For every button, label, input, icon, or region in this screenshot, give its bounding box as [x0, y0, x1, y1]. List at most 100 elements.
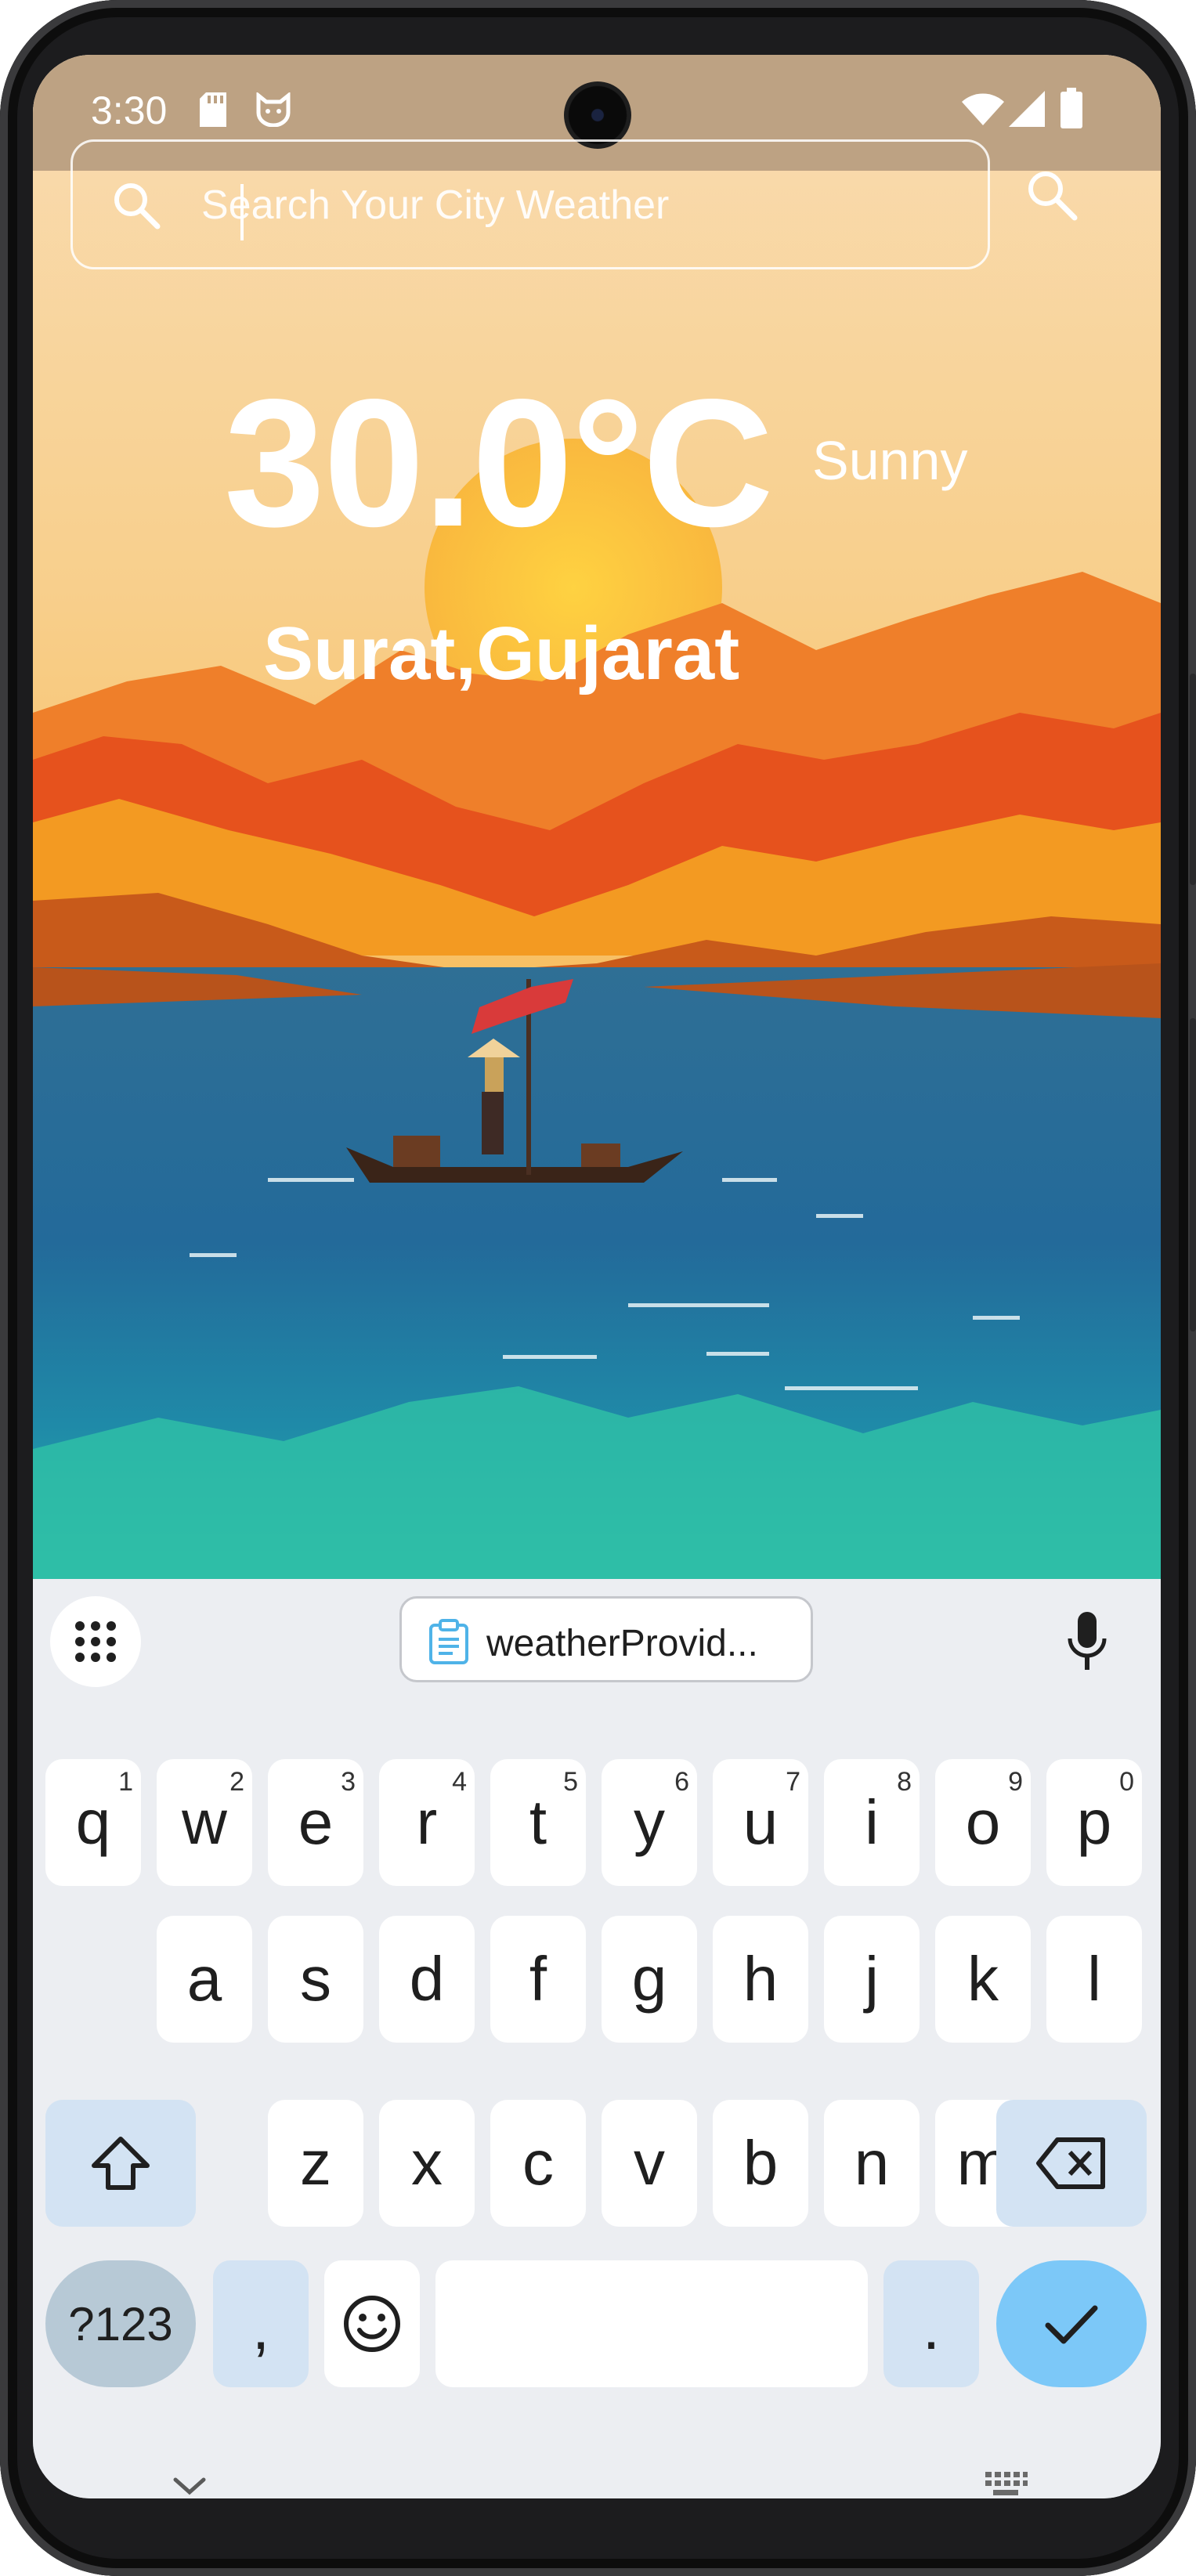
key-p[interactable]: p0 — [1046, 1759, 1142, 1886]
weather-condition: Sunny — [812, 430, 968, 491]
location-name: Surat,Gujarat — [263, 612, 740, 695]
text-caret — [240, 184, 244, 240]
backspace-key[interactable] — [996, 2100, 1147, 2227]
temperature-value: 30.0°C — [224, 362, 774, 565]
shift-icon — [92, 2137, 150, 2190]
screen: 3:30 Search Your City Weather 30.0°C Sun… — [33, 55, 1161, 2498]
key-hint: 1 — [118, 1767, 133, 1797]
key-o[interactable]: o9 — [935, 1759, 1031, 1886]
power-button — [1190, 674, 1196, 885]
key-label: v — [634, 2128, 665, 2198]
key-h[interactable]: h — [713, 1916, 808, 2043]
key-d[interactable]: d — [379, 1916, 475, 2043]
search-icon — [114, 183, 161, 229]
city-search-box[interactable] — [70, 139, 990, 269]
clipboard-suggestion-label: weatherProvid... — [486, 1623, 758, 1664]
key-label: b — [743, 2128, 779, 2198]
key-hint: 0 — [1119, 1767, 1134, 1797]
key-label: l — [1087, 1944, 1101, 2014]
key-hint: 7 — [786, 1767, 800, 1797]
clipboard-icon — [429, 1619, 468, 1664]
keyboard-menu-button[interactable] — [50, 1596, 141, 1687]
key-label: r — [416, 1787, 438, 1857]
key-w[interactable]: w2 — [157, 1759, 252, 1886]
key-label: j — [865, 1944, 879, 2014]
key-label: h — [743, 1944, 779, 2014]
key-t[interactable]: t5 — [490, 1759, 586, 1886]
key-v[interactable]: v — [602, 2100, 697, 2227]
city-search-input[interactable] — [201, 170, 969, 240]
key-r[interactable]: r4 — [379, 1759, 475, 1886]
key-label: z — [300, 2128, 331, 2198]
symbols-key[interactable]: ?123 — [45, 2260, 196, 2387]
enter-key[interactable] — [996, 2260, 1147, 2387]
keyboard-switch-icon[interactable] — [984, 2470, 1028, 2498]
sd-card-icon — [200, 92, 226, 127]
chevron-down-icon[interactable] — [172, 2475, 207, 2497]
key-q[interactable]: q1 — [45, 1759, 141, 1886]
sunset-lake-wallpaper — [33, 55, 1161, 1579]
key-hint: 4 — [452, 1767, 467, 1797]
key-label: t — [529, 1787, 547, 1857]
key-x[interactable]: x — [379, 2100, 475, 2227]
key-k[interactable]: k — [935, 1916, 1031, 2043]
key-label: y — [634, 1787, 665, 1857]
battery-icon — [1061, 88, 1082, 128]
key-label: g — [631, 1944, 667, 2014]
key-hint: 9 — [1008, 1767, 1023, 1797]
key-a[interactable]: a — [157, 1916, 252, 2043]
key-i[interactable]: i8 — [824, 1759, 920, 1886]
key-u[interactable]: u7 — [713, 1759, 808, 1886]
key-label: k — [967, 1944, 999, 2014]
key-n[interactable]: n — [824, 2100, 920, 2227]
mic-icon[interactable] — [1064, 1610, 1111, 1673]
key-label: s — [300, 1944, 331, 2014]
search-submit-icon[interactable] — [1021, 164, 1084, 227]
key-j[interactable]: j — [824, 1916, 920, 2043]
key-e[interactable]: e3 — [268, 1759, 363, 1886]
phone-frame: 3:30 Search Your City Weather 30.0°C Sun… — [0, 0, 1196, 2576]
volume-button — [1190, 1018, 1196, 1331]
key-s[interactable]: s — [268, 1916, 363, 2043]
key-hint: 3 — [341, 1767, 356, 1797]
emoji-icon — [344, 2296, 400, 2352]
key-g[interactable]: g — [602, 1916, 697, 2043]
space-key[interactable] — [435, 2260, 868, 2387]
check-icon — [1045, 2305, 1098, 2344]
soft-keyboard: weatherProvid... q1w2e3r4t5y6u7i8o9p0asd… — [33, 1579, 1161, 2498]
clipboard-suggestion-chip[interactable]: weatherProvid... — [399, 1596, 813, 1682]
key-label: x — [411, 2128, 443, 2198]
key-label: o — [965, 1787, 1001, 1857]
key-z[interactable]: z — [268, 2100, 363, 2227]
key-l[interactable]: l — [1046, 1916, 1142, 2043]
comma-key[interactable]: , — [213, 2260, 309, 2387]
key-hint: 5 — [563, 1767, 578, 1797]
key-label: u — [743, 1787, 779, 1857]
key-hint: 6 — [674, 1767, 689, 1797]
cat-icon — [256, 92, 291, 127]
backspace-icon — [1036, 2137, 1105, 2189]
grid-menu-icon — [75, 1621, 116, 1662]
key-label: d — [409, 1944, 445, 2014]
cell-signal-icon — [1009, 91, 1045, 127]
key-b[interactable]: b — [713, 2100, 808, 2227]
key-label: a — [186, 1944, 222, 2014]
key-label: n — [854, 2128, 890, 2198]
key-label: q — [75, 1787, 111, 1857]
key-label: i — [865, 1787, 879, 1857]
key-hint: 2 — [229, 1767, 244, 1797]
key-label: e — [298, 1787, 334, 1857]
shift-key[interactable] — [45, 2100, 196, 2227]
emoji-key[interactable] — [324, 2260, 420, 2387]
key-f[interactable]: f — [490, 1916, 586, 2043]
key-y[interactable]: y6 — [602, 1759, 697, 1886]
key-label: f — [529, 1944, 547, 2014]
wifi-icon — [962, 93, 1004, 125]
key-label: c — [522, 2128, 554, 2198]
key-c[interactable]: c — [490, 2100, 586, 2227]
status-time: 3:30 — [91, 89, 168, 132]
key-label: w — [182, 1787, 227, 1857]
period-key[interactable]: . — [883, 2260, 979, 2387]
key-hint: 8 — [897, 1767, 912, 1797]
key-label: p — [1076, 1787, 1112, 1857]
